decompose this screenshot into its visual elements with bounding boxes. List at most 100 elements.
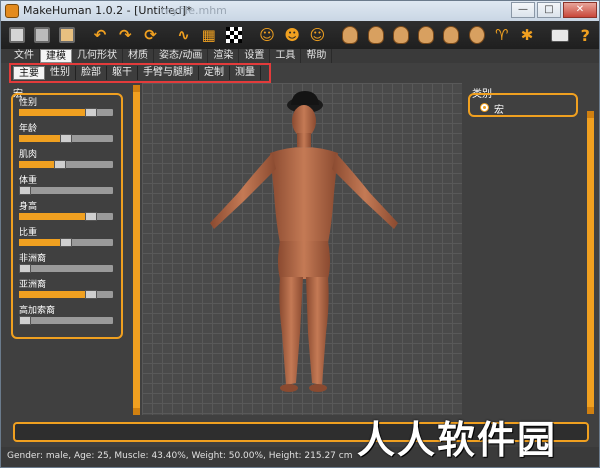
- category-panel-box: 宏: [468, 93, 578, 117]
- slider-handle[interactable]: [85, 290, 97, 299]
- toolbar: ↶ ↷ ⟳ ∿ ▦ ☺ ☻ ☺ ♈ ✱ ?: [1, 21, 599, 49]
- undo-icon[interactable]: ↶: [88, 23, 111, 47]
- slider-handle[interactable]: [54, 160, 66, 169]
- slider-group: 亚洲裔: [19, 279, 117, 299]
- head-top-icon[interactable]: [415, 23, 438, 47]
- slider-label: 高加索裔: [19, 306, 56, 316]
- expression-icon[interactable]: [465, 23, 488, 47]
- reset-icon[interactable]: ⟳: [139, 23, 162, 47]
- category-panel: 类别 宏: [468, 85, 578, 117]
- slider-track[interactable]: [19, 238, 113, 247]
- subtab-gender[interactable]: 性别: [45, 66, 76, 80]
- macro-radio-label: 宏: [494, 105, 504, 116]
- right-leg: [306, 277, 329, 385]
- slider-track[interactable]: [19, 264, 113, 273]
- slider-track[interactable]: [19, 212, 113, 221]
- tab-utilities[interactable]: 工具: [270, 49, 302, 63]
- export-icon[interactable]: [55, 23, 78, 47]
- slider-handle[interactable]: [19, 316, 31, 325]
- help-icon[interactable]: ?: [574, 23, 597, 47]
- minimize-button[interactable]: —: [511, 2, 535, 18]
- slider-handle[interactable]: [85, 108, 97, 117]
- sub-tab-bar: 主要 性别 脸部 躯干 手臂与腿脚 定制 测量: [9, 63, 271, 83]
- slider-label: 身高: [19, 202, 38, 212]
- slider-fill: [19, 239, 66, 246]
- pose-icon[interactable]: ♈: [490, 23, 513, 47]
- tab-pose-animate[interactable]: 姿态/动画: [154, 49, 209, 63]
- slider-track[interactable]: [19, 290, 113, 299]
- grid-icon[interactable]: ▦: [197, 23, 220, 47]
- tab-rendering[interactable]: 渲染: [208, 49, 240, 63]
- slider-label: 性别: [19, 98, 38, 108]
- tab-modelling[interactable]: 建模: [40, 49, 72, 63]
- right-foot: [309, 384, 327, 392]
- tab-material[interactable]: 材质: [123, 49, 154, 63]
- torso: [270, 147, 338, 243]
- slider-group: 身高: [19, 201, 117, 221]
- slider-label: 非洲裔: [19, 254, 47, 264]
- redo-icon[interactable]: ↷: [114, 23, 137, 47]
- slider-track[interactable]: [19, 108, 113, 117]
- slider-handle[interactable]: [19, 186, 31, 195]
- subtab-custom[interactable]: 定制: [199, 66, 230, 80]
- slider-label: 体重: [19, 176, 38, 186]
- left-arm: [210, 153, 276, 229]
- maximize-button[interactable]: □: [537, 2, 561, 18]
- tab-settings[interactable]: 设置: [239, 49, 271, 63]
- right-scrollbar[interactable]: [587, 111, 594, 414]
- hat-crown: [291, 91, 319, 105]
- slider-track[interactable]: [19, 316, 113, 325]
- load-icon[interactable]: [30, 23, 53, 47]
- slider-track[interactable]: [19, 186, 113, 195]
- slider-group: 性别: [19, 97, 117, 117]
- macro-radio[interactable]: [480, 103, 489, 112]
- slider-fill: [19, 213, 91, 220]
- side-view-icon[interactable]: ☺: [306, 23, 329, 47]
- watermark-text: 人人软件园: [357, 418, 558, 462]
- subtab-torso[interactable]: 躯干: [107, 66, 138, 80]
- face-right-icon[interactable]: [389, 23, 412, 47]
- slider-handle[interactable]: [19, 264, 31, 273]
- slider-track[interactable]: [19, 134, 113, 143]
- tab-file[interactable]: 文件: [9, 49, 40, 63]
- slider-handle[interactable]: [60, 238, 72, 247]
- main-tab-bar: 文件 建模 几何形状 材质 姿态/动画 渲染 设置 工具 帮助: [1, 49, 599, 63]
- human-model: [210, 91, 398, 392]
- checker-icon[interactable]: [222, 23, 245, 47]
- back-view-icon[interactable]: ☻: [281, 23, 304, 47]
- slider-label: 亚洲裔: [19, 280, 47, 290]
- tab-geometry[interactable]: 几何形状: [72, 49, 123, 63]
- subtab-arms-legs[interactable]: 手臂与腿脚: [138, 66, 199, 80]
- title-bar: MakeHuman 1.0.2 - [Untitled]* myfile.mhm…: [1, 1, 599, 21]
- slider-group: 非洲裔: [19, 253, 117, 273]
- slider-handle[interactable]: [85, 212, 97, 221]
- head-bottom-icon[interactable]: [440, 23, 463, 47]
- slider-fill: [19, 135, 66, 142]
- window-ghost-title: myfile.mhm: [161, 4, 227, 17]
- face-icon[interactable]: [339, 23, 362, 47]
- 3d-viewport[interactable]: [142, 83, 462, 415]
- face-left-icon[interactable]: [364, 23, 387, 47]
- subtab-main[interactable]: 主要: [13, 66, 45, 80]
- subtab-face[interactable]: 脸部: [76, 66, 107, 80]
- left-scrollbar[interactable]: [133, 85, 140, 415]
- wireframe-icon[interactable]: ∿: [172, 23, 195, 47]
- tab-help[interactable]: 帮助: [301, 49, 333, 63]
- window-controls: — □ ✕: [511, 2, 597, 18]
- app-icon: [5, 4, 19, 18]
- slider-group: 年龄: [19, 123, 117, 143]
- left-foot: [280, 384, 298, 392]
- slider-fill: [19, 291, 91, 298]
- front-view-icon[interactable]: ☺: [255, 23, 278, 47]
- slider-group: 比重: [19, 227, 117, 247]
- subtab-measure[interactable]: 测量: [230, 66, 261, 80]
- slider-handle[interactable]: [60, 134, 72, 143]
- slider-label: 肌肉: [19, 150, 38, 160]
- slider-track[interactable]: [19, 160, 113, 169]
- save-disk-icon[interactable]: [5, 23, 28, 47]
- camera-icon[interactable]: [548, 23, 571, 47]
- application-window: MakeHuman 1.0.2 - [Untitled]* myfile.mhm…: [0, 0, 600, 468]
- symmetry-icon[interactable]: ✱: [515, 23, 538, 47]
- slider-group: 肌肉: [19, 149, 117, 169]
- close-button[interactable]: ✕: [563, 2, 597, 18]
